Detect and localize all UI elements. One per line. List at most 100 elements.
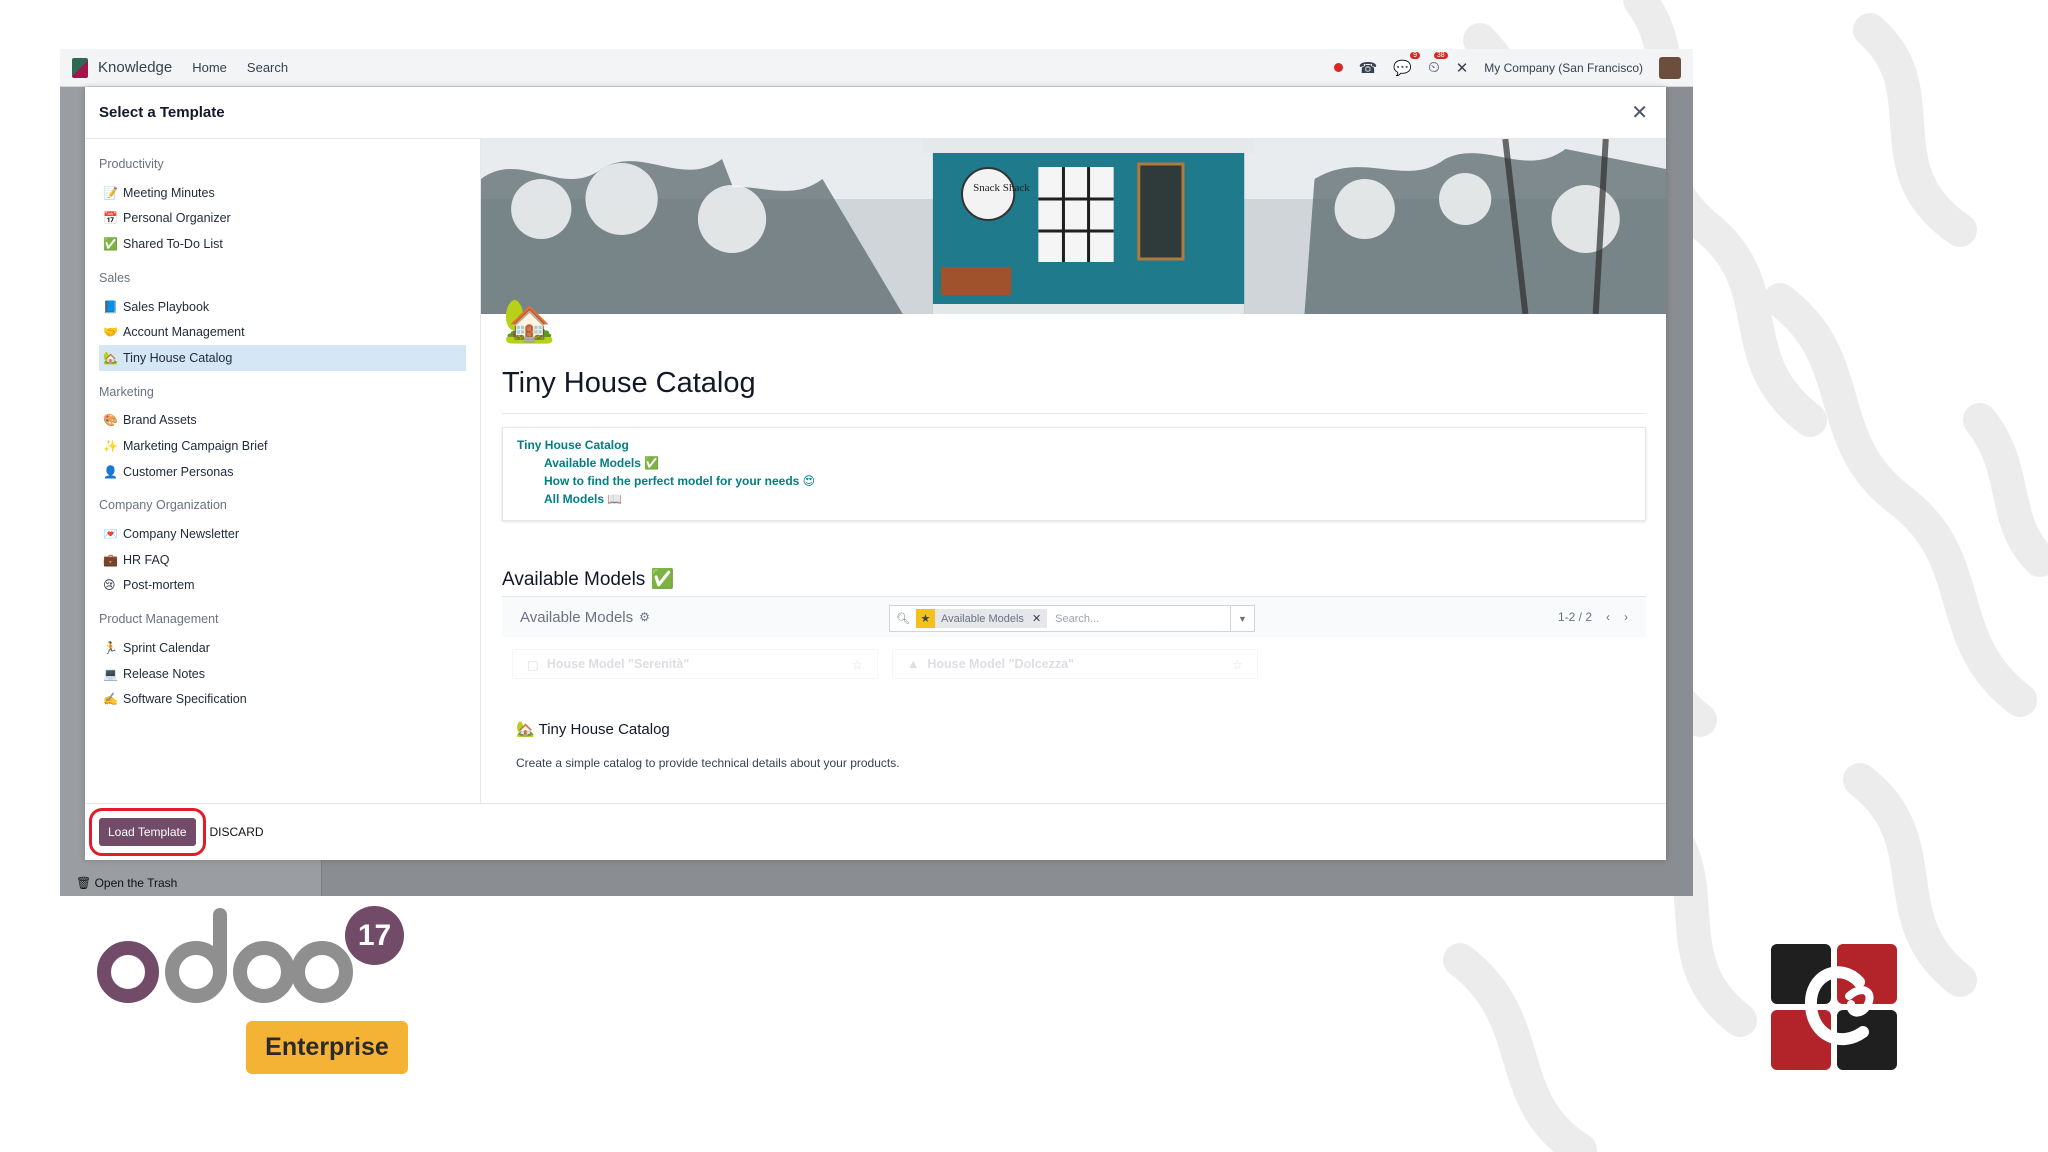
load-template-button[interactable]: Load Template bbox=[89, 808, 206, 856]
section-heading: Available Models ✅ bbox=[502, 569, 675, 590]
template-icon: 🏡 bbox=[516, 721, 535, 738]
template-item[interactable]: 💌 Company Newsletter bbox=[99, 521, 466, 547]
chat-badge: 9 bbox=[1410, 51, 1420, 59]
toc-link-find-model[interactable]: How to find the perfect model for your n… bbox=[517, 474, 1631, 488]
template-emoji-icon: ✨ bbox=[103, 438, 118, 453]
activity-clock-icon[interactable]: ⏲ 38 bbox=[1428, 52, 1448, 76]
toc-link-root[interactable]: Tiny House Catalog bbox=[517, 438, 1631, 452]
template-item[interactable]: ✨ Marketing Campaign Brief bbox=[99, 433, 466, 459]
template-category: Productivity 📝 Meeting Minutes 📅 Personal Or… bbox=[99, 157, 466, 257]
search-options-caret-icon[interactable]: ▼ bbox=[1230, 606, 1254, 631]
article-title: Tiny House Catalog bbox=[502, 367, 756, 399]
menu-home[interactable]: Home bbox=[192, 60, 227, 75]
template-item[interactable]: 🤝 Account Management bbox=[99, 319, 466, 345]
template-emoji-icon: 💻 bbox=[103, 666, 118, 681]
template-item[interactable]: 🏡 Tiny House Catalog bbox=[99, 344, 466, 371]
search-input[interactable]: Search... bbox=[1055, 613, 1099, 625]
template-emoji-icon: 📅 bbox=[103, 211, 118, 226]
discard-button[interactable]: DISCARD bbox=[210, 825, 264, 839]
category-title: Sales bbox=[99, 270, 131, 285]
template-preview: Snack Shack 🏡 Tiny House Catalog Tiny Ho… bbox=[481, 139, 1666, 803]
pager-next-icon[interactable]: › bbox=[1624, 610, 1628, 624]
open-trash-link[interactable]: 🗑 Open the Trash bbox=[76, 876, 177, 890]
trash-icon: 🗑 bbox=[76, 876, 92, 890]
embedded-view-header: Available Models ⚙ 🔍︎ ★ Available Models… bbox=[502, 597, 1646, 637]
embedded-view-title: Available Models bbox=[520, 608, 634, 626]
select-template-dialog: Select a Template ✕ Productivity 📝 Meeting… bbox=[85, 87, 1666, 860]
template-item-label: Release Notes bbox=[123, 666, 205, 681]
remove-facet-icon[interactable]: ✕ bbox=[1032, 612, 1041, 625]
category-title: Productivity bbox=[99, 157, 164, 171]
chat-icon[interactable]: 💬 9 bbox=[1393, 51, 1420, 77]
template-item[interactable]: 📝 Meeting Minutes bbox=[99, 180, 466, 206]
facet-label: Available Models bbox=[940, 612, 1024, 625]
template-emoji-icon: ✅ bbox=[103, 236, 118, 251]
template-item-label: HR FAQ bbox=[123, 552, 170, 567]
template-emoji-icon: 💌 bbox=[103, 527, 118, 542]
template-item-label: Personal Organizer bbox=[123, 211, 231, 226]
toc-link-all-models[interactable]: All Models 📖 bbox=[517, 492, 1631, 506]
open-trash-label: Open the Trash bbox=[94, 876, 178, 890]
template-emoji-icon: 🏡 bbox=[103, 350, 118, 365]
category-title: Marketing bbox=[99, 384, 154, 399]
template-item[interactable]: 💼 HR FAQ bbox=[99, 547, 466, 573]
template-item-label: Sales Playbook bbox=[123, 299, 210, 314]
template-category: Company Organization 💌 Company Newsletter 💼… bbox=[99, 498, 466, 598]
gear-icon[interactable]: ⚙ bbox=[639, 610, 650, 624]
template-item-label: Company Newsletter bbox=[123, 527, 240, 542]
kanban-card[interactable]: ▲ House Model "Dolcezza" ☆ bbox=[892, 649, 1258, 679]
template-emoji-icon: 🏃 bbox=[103, 640, 118, 655]
template-item-label: Marketing Campaign Brief bbox=[123, 438, 268, 453]
template-item-label: Shared To-Do List bbox=[123, 236, 223, 251]
template-item[interactable]: ✍️ Software Specification bbox=[99, 686, 466, 712]
star-icon[interactable]: ☆ bbox=[852, 657, 863, 672]
version-badge: 17 bbox=[345, 906, 404, 965]
template-emoji-icon: ✍️ bbox=[103, 692, 118, 707]
template-item-label: Post-mortem bbox=[123, 578, 195, 593]
template-item[interactable]: 🏃 Sprint Calendar bbox=[99, 635, 466, 661]
template-item[interactable]: 💻 Release Notes bbox=[99, 661, 466, 687]
app-name[interactable]: Knowledge bbox=[98, 59, 172, 76]
search-icon: 🔍︎ bbox=[896, 613, 910, 625]
phone-icon[interactable]: ☎ bbox=[1359, 59, 1378, 77]
template-category: Product Management 🏃 Sprint Calendar 💻 Relea… bbox=[99, 612, 466, 712]
activity-badge: 38 bbox=[1433, 52, 1448, 59]
article-icon[interactable]: 🏡 bbox=[503, 297, 555, 346]
kanban-card[interactable]: ▢ House Model "Serenità" ☆ bbox=[512, 649, 878, 679]
kanban-card-title: House Model "Serenità" bbox=[546, 657, 690, 671]
edition-badge: Enterprise bbox=[246, 1021, 408, 1074]
search-bar[interactable]: 🔍︎ ★ Available Models ✕ Search... ▼ bbox=[889, 605, 1255, 632]
template-item[interactable]: 😢 Post-mortem bbox=[99, 573, 466, 599]
pager: 1-2 / 2 ‹ › bbox=[1558, 610, 1628, 624]
odoo-logo bbox=[96, 905, 356, 1020]
star-icon[interactable]: ☆ bbox=[1232, 657, 1243, 672]
template-item[interactable]: ✅ Shared To-Do List bbox=[99, 231, 466, 257]
knowledge-app-icon[interactable] bbox=[72, 57, 88, 78]
pager-previous-icon[interactable]: ‹ bbox=[1606, 610, 1610, 624]
partner-logo bbox=[1771, 944, 1897, 1070]
template-name-label: Tiny House Catalog bbox=[538, 721, 670, 738]
user-avatar[interactable] bbox=[1659, 56, 1681, 79]
template-item-label: Software Specification bbox=[123, 692, 247, 707]
recording-dot-icon[interactable] bbox=[1333, 63, 1343, 72]
kanban-cards: ▢ House Model "Serenità" ☆ ▲ House Model… bbox=[502, 649, 1646, 679]
debug-tools-icon[interactable]: ✕ bbox=[1456, 59, 1469, 77]
menu-search[interactable]: Search bbox=[247, 60, 288, 75]
template-category: Sales 📘 Sales Playbook 🤝 Account Management 🏡… bbox=[99, 271, 466, 371]
template-item[interactable]: 👤 Customer Personas bbox=[99, 459, 466, 485]
template-item[interactable]: 🎨 Brand Assets bbox=[99, 408, 466, 434]
pager-value[interactable]: 1-2 / 2 bbox=[1558, 610, 1592, 624]
favorite-star-icon: ★ bbox=[915, 609, 935, 628]
template-item-label: Sprint Calendar bbox=[123, 640, 210, 655]
dialog-header: Select a Template ✕ bbox=[85, 87, 1666, 139]
company-switcher[interactable]: My Company (San Francisco) bbox=[1484, 61, 1643, 75]
toc-link-available-models[interactable]: Available Models ✅ bbox=[517, 456, 1631, 470]
template-emoji-icon: 👤 bbox=[103, 464, 118, 479]
close-icon[interactable]: ✕ bbox=[1627, 100, 1652, 125]
template-item[interactable]: 📘 Sales Playbook bbox=[99, 294, 466, 320]
search-facet[interactable]: ★ Available Models ✕ bbox=[915, 609, 1048, 628]
kanban-card-icon: ▢ bbox=[527, 657, 539, 672]
template-item[interactable]: 📅 Personal Organizer bbox=[99, 206, 466, 232]
template-emoji-icon: 📘 bbox=[103, 299, 118, 314]
odoo-wordmark bbox=[97, 908, 353, 1003]
